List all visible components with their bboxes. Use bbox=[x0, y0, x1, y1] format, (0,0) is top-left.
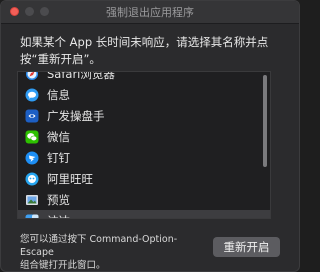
app-label: 访达 bbox=[47, 213, 70, 219]
app-list-item-dingtalk[interactable]: 钉钉 bbox=[18, 147, 270, 168]
app-list-item-gf-trader[interactable]: 广发操盘手 bbox=[18, 105, 270, 126]
app-list-item-wechat[interactable]: 微信 bbox=[18, 126, 270, 147]
aliwangwang-icon bbox=[25, 172, 39, 186]
scrollbar[interactable] bbox=[263, 75, 267, 215]
app-list-item-finder[interactable]: 访达 bbox=[18, 210, 270, 219]
wechat-icon bbox=[25, 130, 39, 144]
app-list-item-messages[interactable]: 信息 bbox=[18, 84, 270, 105]
force-quit-window: 强制退出应用程序 如果某个 App 长时间未响应，请选择其名称并点按“重新开启”… bbox=[0, 0, 300, 272]
app-label: Safari浏览器 bbox=[47, 71, 115, 81]
messages-icon bbox=[25, 88, 39, 102]
dingtalk-icon bbox=[25, 151, 39, 165]
close-button[interactable] bbox=[10, 7, 19, 16]
shortcut-hint-line2: 组合键打开此窗口。 bbox=[20, 260, 106, 271]
preview-icon bbox=[25, 193, 39, 207]
instructions-text: 如果某个 App 长时间未响应，请选择其名称并点按“重新开启”。 bbox=[20, 35, 269, 66]
app-label: 预览 bbox=[47, 192, 70, 207]
window-title: 强制退出应用程序 bbox=[106, 6, 194, 19]
app-list-item-aliwangwang[interactable]: 阿里旺旺 bbox=[18, 168, 270, 189]
gf-trader-icon bbox=[25, 109, 39, 123]
relaunch-button[interactable]: 重新开启 bbox=[213, 237, 280, 257]
app-list-item-safari[interactable]: Safari浏览器 bbox=[18, 71, 270, 84]
app-label: 钉钉 bbox=[47, 150, 70, 165]
app-label: 阿里旺旺 bbox=[47, 171, 93, 186]
shortcut-hint: 您可以通过按下 Command-Option-Escape 组合键打开此窗口。 bbox=[20, 233, 210, 271]
minimize-button[interactable] bbox=[25, 7, 34, 16]
finder-icon bbox=[25, 214, 39, 218]
scrollbar-thumb[interactable] bbox=[263, 75, 267, 167]
app-list-item-preview[interactable]: 预览 bbox=[18, 189, 270, 210]
app-label: 信息 bbox=[47, 87, 70, 102]
app-list[interactable]: Safari浏览器 信息 广发操盘手 微信 钉钉 阿里旺旺 预览 bbox=[17, 71, 271, 219]
shortcut-hint-line1: 您可以通过按下 Command-Option-Escape bbox=[20, 234, 178, 258]
app-label: 广发操盘手 bbox=[47, 108, 105, 123]
app-label: 微信 bbox=[47, 129, 70, 144]
title-bar: 强制退出应用程序 bbox=[1, 1, 299, 24]
safari-icon bbox=[25, 72, 39, 81]
zoom-button[interactable] bbox=[40, 7, 49, 16]
